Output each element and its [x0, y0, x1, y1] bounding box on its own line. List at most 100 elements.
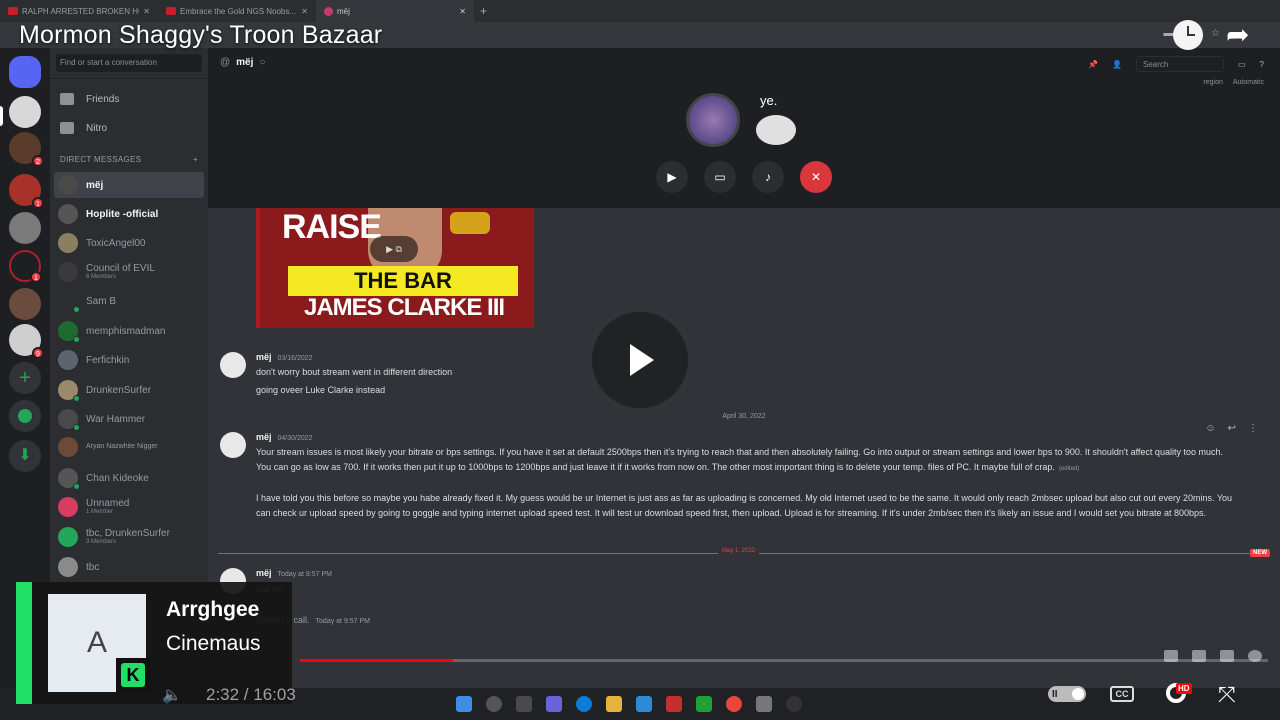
edge-icon[interactable] [576, 696, 592, 712]
dm-item[interactable]: Unnamed 1 Member [54, 494, 204, 520]
dm-item[interactable]: War Hammer [54, 406, 204, 432]
embed-play-icon[interactable]: ▶ ⧉ [370, 236, 418, 262]
dm-header-label: DIRECT MESSAGES [60, 155, 142, 164]
dm-name: tbc, DrunkenSurfer [86, 528, 170, 540]
progress-bar[interactable] [300, 659, 1268, 662]
close-icon[interactable]: ✕ [301, 7, 308, 16]
video-embed[interactable]: RAISE THE BAR JAMES CLARKE III ▶ ⧉ [256, 208, 534, 328]
screen-share-button[interactable]: ▭ [704, 161, 736, 193]
dm-item[interactable]: mëj [54, 172, 204, 198]
close-icon[interactable]: ✕ [143, 7, 150, 16]
hang-up-button[interactable]: ✕ [800, 161, 832, 193]
avatar [58, 380, 80, 402]
dm-item[interactable]: Council of EVIL 6 Members [54, 259, 204, 285]
camera-button[interactable]: ▶ [656, 161, 688, 193]
discord-favicon-icon [324, 6, 333, 16]
nav-nitro[interactable]: Nitro [60, 118, 107, 138]
browser-tab-active[interactable]: mëj ✕ [316, 0, 474, 22]
call-panel: @ mëj ○ 📌 👤 Search ▭ ? region Automatic … [208, 48, 1280, 208]
server-icon[interactable] [9, 288, 41, 320]
server-icon[interactable]: 9 [9, 324, 44, 359]
pin-icon[interactable]: 📌 [1088, 60, 1098, 69]
embed-logo [450, 212, 490, 234]
watch-later-icon[interactable] [1173, 20, 1203, 50]
dm-name: Ferfichkin [86, 354, 130, 366]
server-icon[interactable]: 2 [9, 132, 44, 167]
timecode: 2:32 / 16:03 [206, 685, 296, 704]
date-divider: May 1, 2022 [718, 548, 760, 554]
new-messages-divider: May 1, 2022 NEW [218, 548, 1270, 557]
avatar [58, 204, 78, 224]
inbox-icon[interactable]: ▭ [1238, 60, 1246, 69]
dm-item[interactable]: DrunkenSurfer [54, 377, 204, 403]
add-server-icon[interactable]: + [9, 362, 41, 394]
nav-friends[interactable]: Friends [60, 89, 119, 109]
dm-item[interactable]: memphismadman [54, 318, 204, 344]
dm-item[interactable]: tbc [54, 554, 204, 580]
windows-start-icon[interactable] [456, 696, 472, 712]
app-icon[interactable] [786, 696, 802, 712]
server-icon[interactable] [9, 212, 41, 244]
region-selector[interactable]: region Automatic [1203, 79, 1264, 86]
dm-item[interactable]: Ferfichkin [54, 347, 204, 373]
folder-icon[interactable] [606, 696, 622, 712]
dm-item[interactable]: tbc, DrunkenSurfer 3 Members [54, 524, 204, 550]
avatar-caption: ye. [760, 93, 778, 108]
captions-button[interactable]: CC [1110, 686, 1134, 702]
avatar [58, 321, 80, 343]
help-icon[interactable]: ? [1260, 60, 1264, 69]
kick-logo-icon: K [116, 658, 150, 692]
region-value: Automatic [1232, 79, 1264, 86]
dm-item[interactable]: Aryan Nazwhite Nigger [54, 434, 204, 460]
task-view-icon[interactable] [516, 696, 532, 712]
search-icon[interactable] [486, 696, 502, 712]
dm-item[interactable]: ToxicAngel00 [54, 230, 204, 256]
share-icon[interactable]: ➦ [1226, 20, 1258, 50]
dm-item[interactable]: Sam B [54, 288, 204, 314]
chat-icon[interactable] [546, 696, 562, 712]
add-dm-icon[interactable]: + [193, 155, 198, 164]
explore-icon[interactable] [9, 400, 41, 432]
volume-icon[interactable]: 🔈 [162, 685, 182, 705]
message-header: mëj 04/30/2022 [256, 432, 313, 442]
star-icon[interactable]: ☆ [1211, 28, 1220, 39]
region-label: region [1203, 79, 1223, 86]
dm-name: ToxicAngel00 [86, 237, 146, 249]
message-text: Your stream issues is most likely your b… [256, 445, 1236, 477]
dm-item[interactable]: Chan Kideoke [54, 465, 204, 491]
cast-icon[interactable]: ▬ [1163, 28, 1173, 39]
store-icon[interactable] [636, 696, 652, 712]
xbox-icon[interactable] [696, 696, 712, 712]
camera-icon[interactable] [756, 696, 772, 712]
browser-tab[interactable]: RALPH ARRESTED BROKEN HO... ✕ [0, 0, 158, 22]
add-friend-icon[interactable]: 👤 [1112, 60, 1122, 69]
discord-home-icon[interactable] [9, 56, 41, 88]
security-icon[interactable] [666, 696, 682, 712]
channel-name[interactable]: Arrghgee [166, 598, 259, 622]
chrome-icon[interactable] [726, 696, 742, 712]
avatar [220, 352, 246, 378]
server-icon[interactable]: 1 [9, 250, 42, 283]
message-author[interactable]: mëj [256, 568, 272, 578]
close-icon[interactable]: ✕ [459, 7, 466, 16]
message-author[interactable]: mëj [256, 352, 272, 362]
dm-search-input[interactable]: Find or start a conversation [56, 54, 202, 72]
exit-fullscreen-icon[interactable]: ⤧ [1218, 684, 1240, 706]
message-author[interactable]: mëj [256, 432, 272, 442]
microphone-button[interactable]: ♪ [752, 161, 784, 193]
download-icon[interactable]: ⬇ [9, 440, 41, 472]
play-button[interactable] [592, 312, 688, 408]
message-text: call in? [256, 582, 1236, 597]
header-search-input[interactable]: Search [1135, 56, 1224, 72]
message-header: mëj Today at 9:57 PM [256, 568, 332, 578]
date-divider: April 30, 2022 [722, 413, 766, 420]
server-icon[interactable] [9, 96, 41, 128]
browser-tab[interactable]: Embrace the Gold NGS Noobs... ✕ [158, 0, 316, 22]
dm-item[interactable]: Hoplite -official [54, 201, 204, 227]
server-icon[interactable]: 1 [9, 174, 44, 209]
divider [50, 78, 208, 79]
new-tab-icon[interactable]: + [474, 4, 493, 18]
video-title[interactable]: Mormon Shaggy's Troon Bazaar [19, 21, 382, 50]
avatar [58, 497, 78, 517]
dm-name: Chan Kideoke [86, 472, 149, 484]
